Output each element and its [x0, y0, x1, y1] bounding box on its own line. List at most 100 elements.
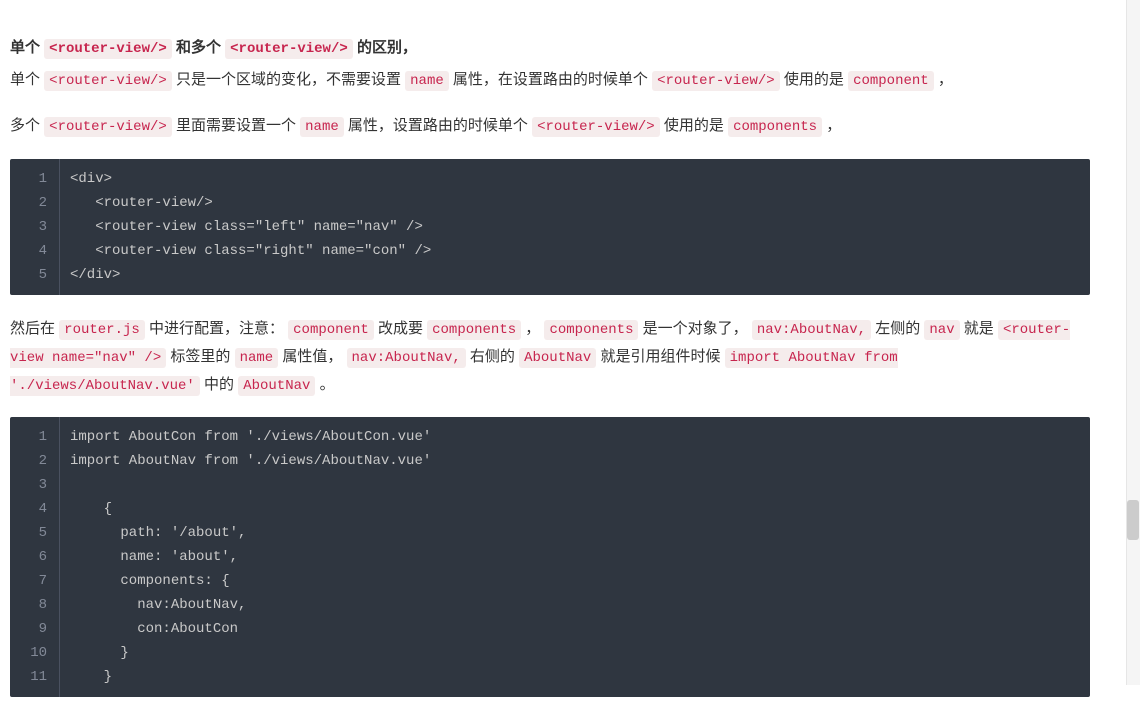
- text: 单个: [10, 71, 44, 88]
- text: 就是: [964, 320, 998, 337]
- code-inline: <router-view/>: [652, 71, 780, 91]
- code-inline: nav:AboutNav,: [752, 320, 871, 340]
- line-number: 5: [10, 521, 60, 545]
- text: 右侧的: [470, 348, 519, 365]
- code-line: }: [60, 665, 112, 697]
- text: 改成要: [378, 320, 427, 337]
- code-inline: name: [405, 71, 449, 91]
- text: 是一个对象了，: [643, 320, 752, 337]
- text: 。: [320, 376, 335, 393]
- code-row: 2 <router-view/>: [10, 191, 1090, 215]
- code-line: </div>: [60, 263, 120, 295]
- text: 使用的是: [784, 71, 848, 88]
- code-inline: <router-view/>: [225, 39, 353, 59]
- text: 就是引用组件时候: [600, 348, 724, 365]
- code-line: import AboutCon from './views/AboutCon.v…: [60, 417, 431, 449]
- code-block: 1import AboutCon from './views/AboutCon.…: [10, 417, 1090, 697]
- code-inline: components: [728, 117, 822, 137]
- line-number: 4: [10, 239, 60, 263]
- code-row: 2import AboutNav from './views/AboutNav.…: [10, 449, 1090, 473]
- code-inline: name: [300, 117, 344, 137]
- code-line: path: '/about',: [60, 521, 246, 545]
- text: 里面需要设置一个: [176, 117, 300, 134]
- text: 左侧的: [875, 320, 924, 337]
- code-line: <router-view class="left" name="nav" />: [60, 215, 423, 239]
- code-row: 4 <router-view class="right" name="con" …: [10, 239, 1090, 263]
- text: 然后在: [10, 320, 59, 337]
- code-row: 8 nav:AboutNav,: [10, 593, 1090, 617]
- text: 属性，在设置路由的时候单个: [453, 71, 652, 88]
- code-inline: components: [427, 320, 521, 340]
- code-line: }: [60, 641, 129, 665]
- line-number: 3: [10, 473, 60, 497]
- code-line: <router-view class="right" name="con" />: [60, 239, 431, 263]
- code-inline: AboutNav: [238, 376, 315, 396]
- text: 属性，设置路由的时候单个: [348, 117, 532, 134]
- code-line: <router-view/>: [60, 191, 213, 215]
- scrollbar-thumb[interactable]: [1127, 500, 1139, 540]
- code-row: 3 <router-view class="left" name="nav" /…: [10, 215, 1090, 239]
- code-row: 11 }: [10, 665, 1090, 697]
- text: 的区别，: [357, 39, 417, 56]
- code-inline: components: [544, 320, 638, 340]
- code-line: name: 'about',: [60, 545, 238, 569]
- code-line: {: [60, 497, 112, 521]
- code-line: con:AboutCon: [60, 617, 238, 641]
- code-block: 1<div>2 <router-view/>3 <router-view cla…: [10, 159, 1090, 295]
- line-number: 11: [10, 665, 60, 697]
- page-scrollbar[interactable]: [1126, 0, 1140, 685]
- code-row: 1<div>: [10, 159, 1090, 191]
- text: ，: [525, 320, 544, 337]
- code-line: <div>: [60, 159, 112, 191]
- line-number: 6: [10, 545, 60, 569]
- code-inline: router.js: [59, 320, 145, 340]
- line-number: 2: [10, 449, 60, 473]
- code-inline: nav:AboutNav,: [347, 348, 466, 368]
- code-row: 7 components: {: [10, 569, 1090, 593]
- heading-line: 单个 <router-view/> 和多个 <router-view/> 的区别…: [10, 34, 1090, 62]
- code-inline: component: [288, 320, 374, 340]
- text: 和多个: [176, 39, 225, 56]
- code-line: components: {: [60, 569, 230, 593]
- article-content: 单个 <router-view/> 和多个 <router-view/> 的区别…: [0, 0, 1100, 697]
- text: 单个: [10, 39, 44, 56]
- text: 多个: [10, 117, 44, 134]
- line-number: 9: [10, 617, 60, 641]
- line-number: 1: [10, 159, 60, 191]
- code-line: nav:AboutNav,: [60, 593, 246, 617]
- text: ，: [938, 71, 953, 88]
- paragraph: 多个 <router-view/> 里面需要设置一个 name 属性，设置路由的…: [10, 112, 1090, 140]
- code-row: 1import AboutCon from './views/AboutCon.…: [10, 417, 1090, 449]
- code-line: import AboutNav from './views/AboutNav.v…: [60, 449, 431, 473]
- code-inline: <router-view/>: [532, 117, 660, 137]
- code-row: 9 con:AboutCon: [10, 617, 1090, 641]
- code-row: 3: [10, 473, 1090, 497]
- text: 中的: [204, 376, 238, 393]
- code-row: 6 name: 'about',: [10, 545, 1090, 569]
- code-inline: AboutNav: [519, 348, 596, 368]
- line-number: 1: [10, 417, 60, 449]
- text: 只是一个区域的变化，不需要设置: [176, 71, 405, 88]
- code-row: 5</div>: [10, 263, 1090, 295]
- line-number: 7: [10, 569, 60, 593]
- code-inline: nav: [924, 320, 959, 340]
- code-inline: <router-view/>: [44, 39, 172, 59]
- paragraph: 然后在 router.js 中进行配置，注意： component 改成要 co…: [10, 315, 1090, 400]
- text: 中进行配置，注意：: [149, 320, 288, 337]
- code-row: 10 }: [10, 641, 1090, 665]
- line-number: 2: [10, 191, 60, 215]
- line-number: 4: [10, 497, 60, 521]
- code-row: 5 path: '/about',: [10, 521, 1090, 545]
- text: 属性值，: [282, 348, 346, 365]
- code-inline: name: [235, 348, 279, 368]
- line-number: 3: [10, 215, 60, 239]
- paragraph: 单个 <router-view/> 只是一个区域的变化，不需要设置 name 属…: [10, 66, 1090, 94]
- code-line: [60, 473, 70, 497]
- code-inline: component: [848, 71, 934, 91]
- text: 标签里的: [170, 348, 234, 365]
- code-inline: <router-view/>: [44, 117, 172, 137]
- text: 使用的是: [664, 117, 728, 134]
- text: ，: [826, 117, 841, 134]
- line-number: 10: [10, 641, 60, 665]
- line-number: 5: [10, 263, 60, 295]
